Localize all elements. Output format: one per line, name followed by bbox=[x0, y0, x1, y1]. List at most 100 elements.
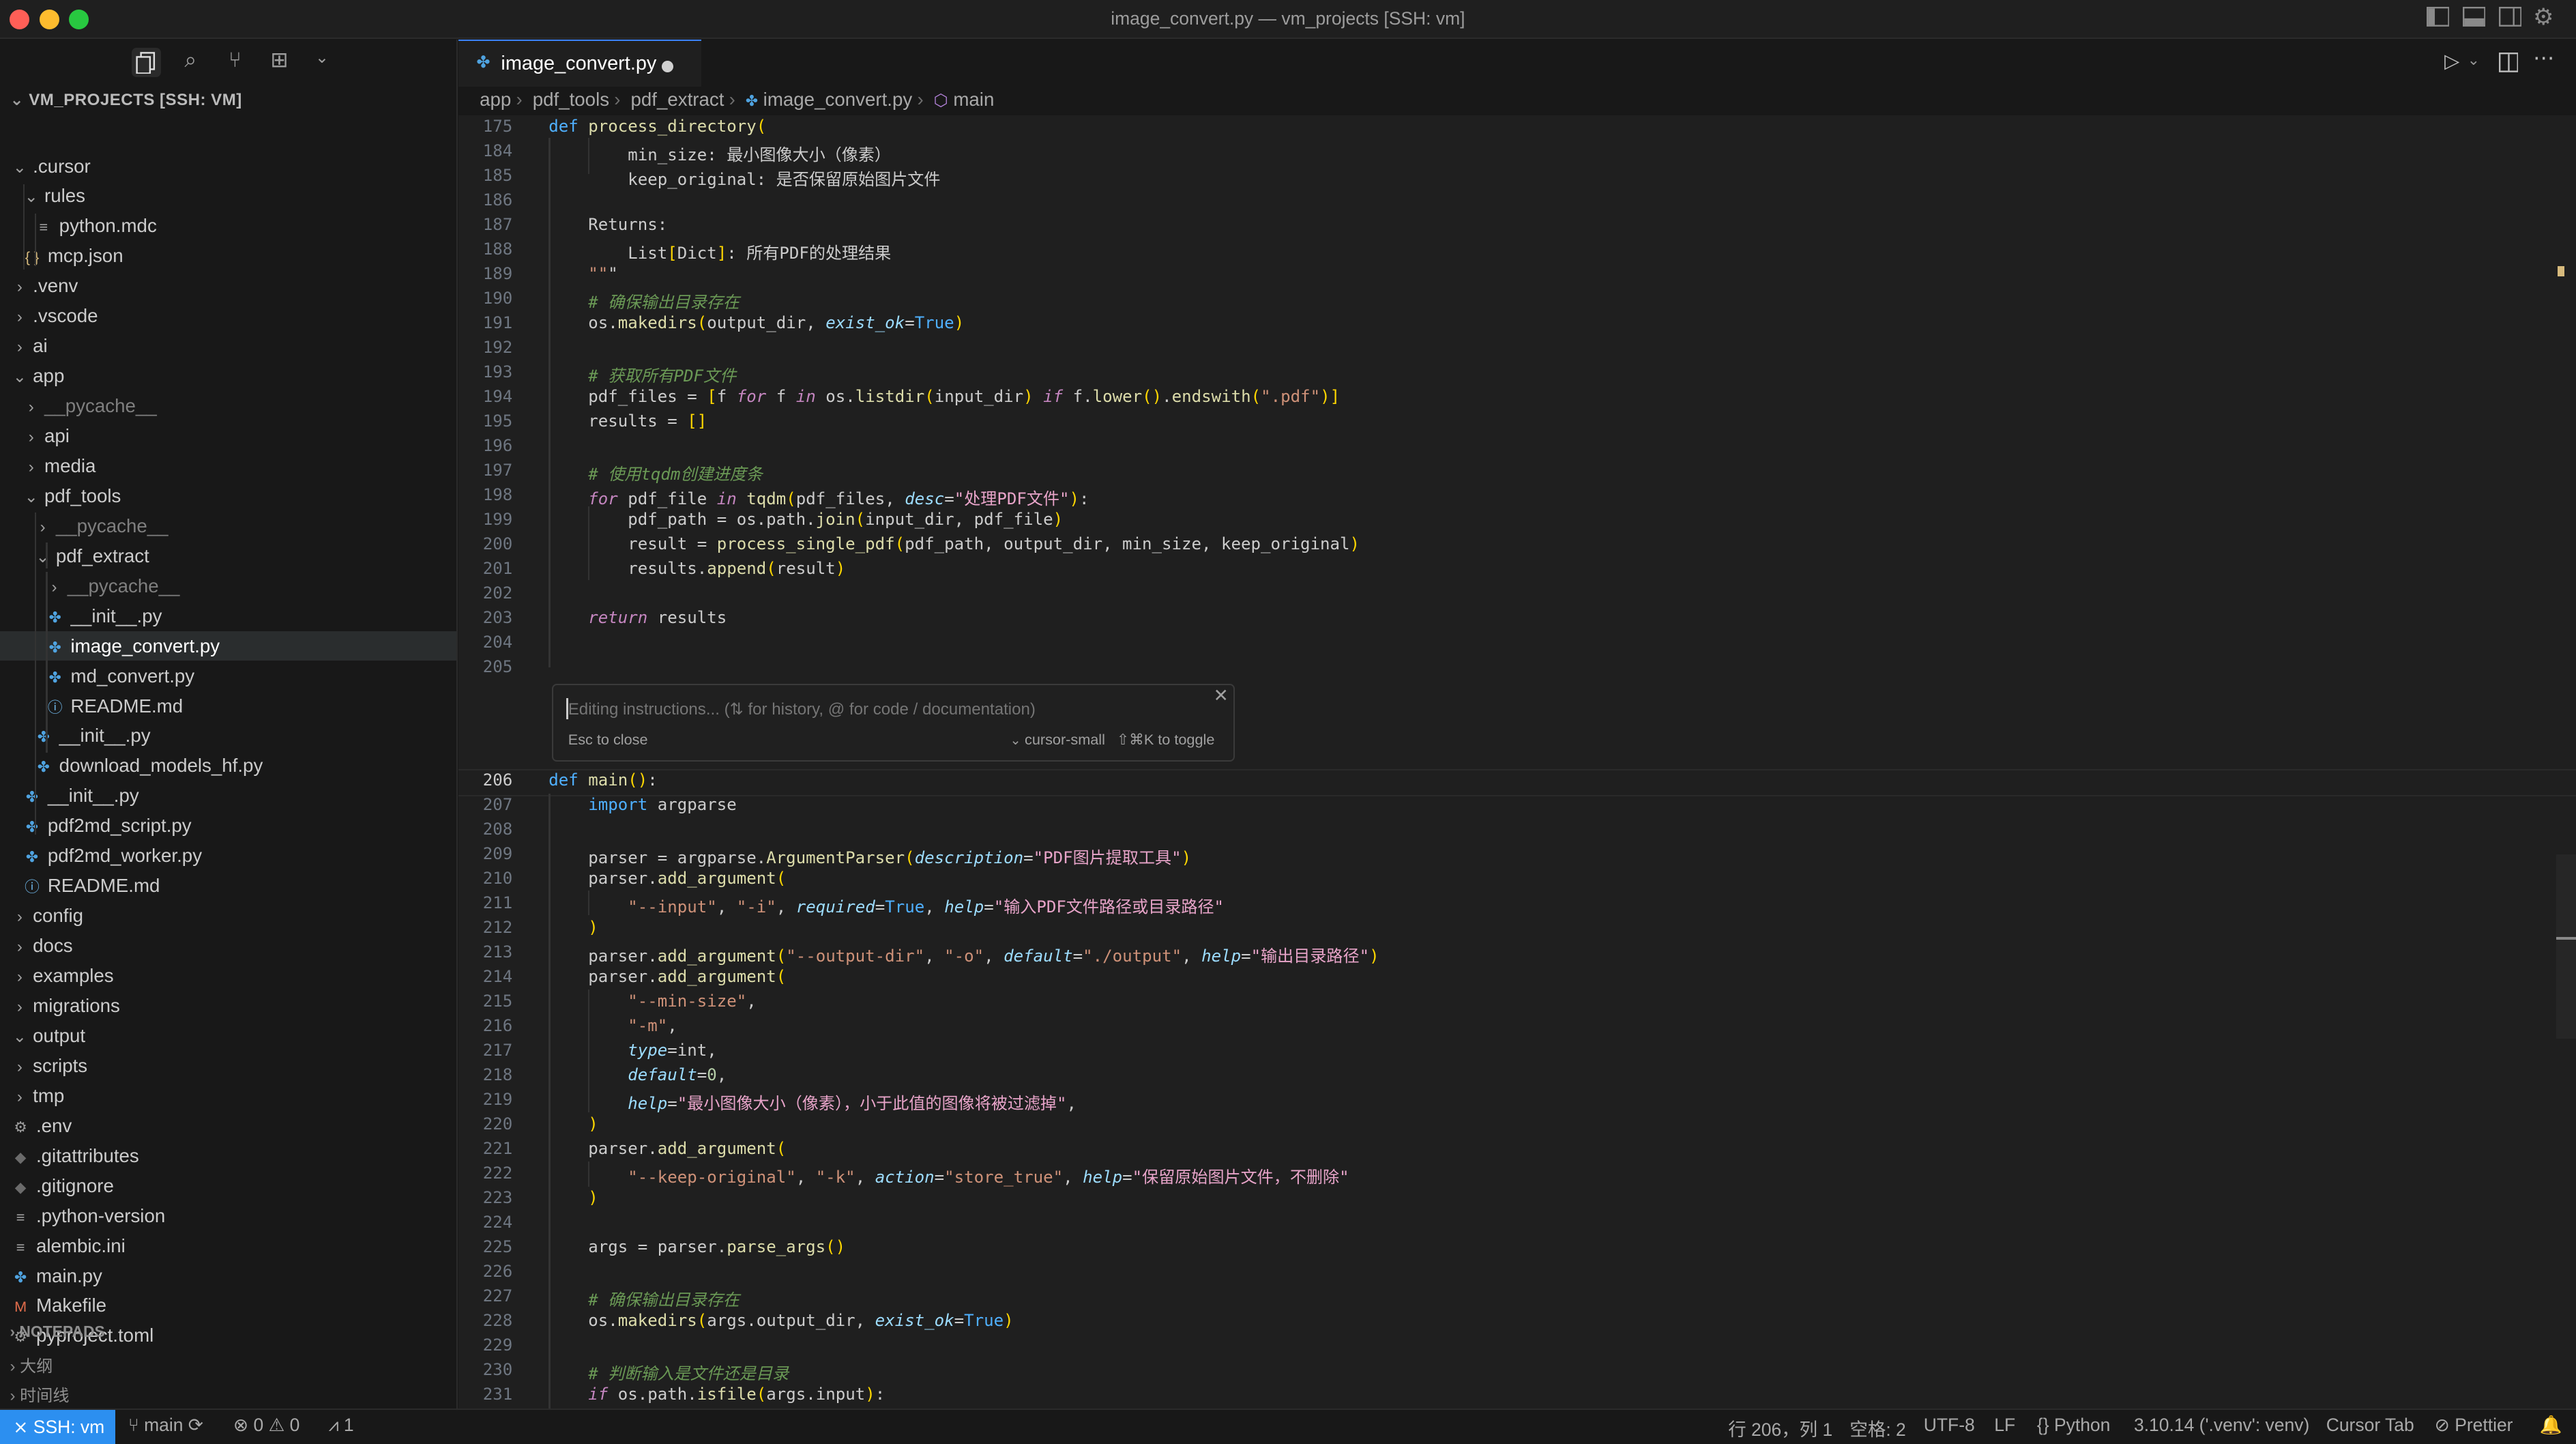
code-line[interactable]: def main(): bbox=[548, 770, 658, 790]
close-icon[interactable]: ✕ bbox=[1214, 685, 1229, 706]
code-line[interactable]: min_size: 最小图像大小（像素） bbox=[548, 141, 891, 165]
run-icon[interactable]: ▷ bbox=[2444, 49, 2459, 73]
toggle-primary-sidebar-icon[interactable] bbox=[2426, 6, 2450, 32]
code-line[interactable]: ) bbox=[548, 1114, 598, 1133]
code-line[interactable]: type=int, bbox=[548, 1041, 716, 1060]
code-line[interactable]: os.makedirs(args.output_dir, exist_ok=Tr… bbox=[548, 1311, 1013, 1330]
tree-file[interactable]: ✤ md_convert.py bbox=[0, 661, 456, 691]
cursor-position[interactable]: 行 206，列 1 bbox=[1728, 1415, 1832, 1441]
tree-file[interactable]: ✤ image_convert.py bbox=[0, 631, 457, 661]
tree-folder[interactable]: › media bbox=[0, 451, 456, 480]
breadcrumb-item[interactable]: app bbox=[480, 89, 511, 110]
breadcrumb-item[interactable]: main bbox=[953, 89, 994, 110]
edit-instructions-input[interactable] bbox=[568, 697, 1192, 721]
tree-folder[interactable]: ⌄ app bbox=[0, 361, 456, 390]
code-line[interactable]: "-m", bbox=[548, 1016, 677, 1035]
tree-file[interactable]: ⚙ .env bbox=[0, 1111, 456, 1140]
code-line[interactable]: results = [] bbox=[548, 411, 707, 431]
tree-folder[interactable]: ⌄ pdf_extract bbox=[0, 541, 456, 571]
tree-folder[interactable]: › config bbox=[0, 901, 456, 930]
code-line[interactable]: import argparse bbox=[548, 795, 736, 814]
tree-folder[interactable]: › __pycache__ bbox=[0, 511, 456, 540]
code-line[interactable]: pdf_path = os.path.join(input_dir, pdf_f… bbox=[548, 510, 1063, 529]
code-line[interactable]: Returns: bbox=[548, 215, 667, 234]
code-line[interactable]: ) bbox=[548, 1188, 598, 1207]
tree-folder[interactable]: › ai bbox=[0, 331, 456, 360]
code-line[interactable]: parser = argparse.ArgumentParser(descrip… bbox=[548, 844, 1191, 868]
code-line[interactable]: def process_directory( bbox=[548, 117, 766, 136]
code-line[interactable]: # 确保输出目录存在 bbox=[548, 289, 740, 313]
toggle-secondary-sidebar-icon[interactable] bbox=[2498, 6, 2522, 32]
sync-icon[interactable]: ⟳ bbox=[188, 1415, 203, 1435]
tree-folder[interactable]: ⌄ pdf_tools bbox=[0, 481, 456, 510]
indentation[interactable]: 空格: 2 bbox=[1849, 1415, 1905, 1441]
tree-file[interactable]: ✤ __init__.py bbox=[0, 601, 456, 631]
breadcrumb-item[interactable]: image_convert.py bbox=[763, 89, 913, 110]
encoding[interactable]: UTF-8 bbox=[1924, 1415, 1975, 1436]
tree-folder[interactable]: › .venv bbox=[0, 271, 456, 300]
tree-file[interactable]: ✤ download_models_hf.py bbox=[0, 751, 456, 780]
tree-file[interactable]: ≡ .python-version bbox=[0, 1201, 456, 1230]
tree-file[interactable]: ✤ pdf2md_script.py bbox=[0, 811, 456, 840]
code-line[interactable]: return results bbox=[548, 608, 727, 627]
code-line[interactable]: List[Dict]: 所有PDF的处理结果 bbox=[548, 240, 891, 263]
toggle-panel-icon[interactable] bbox=[2462, 6, 2486, 32]
cursor-tab[interactable]: Cursor Tab bbox=[2326, 1415, 2414, 1436]
code-line[interactable]: """ bbox=[548, 264, 618, 283]
tree-file[interactable]: ≡ alembic.ini bbox=[0, 1231, 456, 1260]
code-line[interactable]: parser.add_argument( bbox=[548, 869, 786, 888]
python-interpreter[interactable]: 3.10.14 ('.venv': venv) bbox=[2134, 1415, 2309, 1436]
source-control-icon[interactable]: ⑂ bbox=[220, 48, 250, 77]
code-line[interactable]: os.makedirs(output_dir, exist_ok=True) bbox=[548, 313, 964, 332]
tree-folder[interactable]: › docs bbox=[0, 931, 456, 960]
code-editor[interactable]: 175 def process_directory(184 min_size: 最… bbox=[458, 115, 2576, 1409]
tree-file[interactable]: ✤ __init__.py bbox=[0, 781, 456, 810]
unsaved-dot-icon[interactable] bbox=[662, 60, 674, 72]
prettier[interactable]: ⊘ Prettier bbox=[2435, 1415, 2513, 1436]
explorer-root-title[interactable]: ⌄ VM_PROJECTS [SSH: VM] bbox=[10, 90, 241, 110]
more-actions-icon[interactable]: ⋯ bbox=[2533, 46, 2554, 70]
ports-indicator[interactable]: ⩘ 1 bbox=[329, 1415, 354, 1436]
code-line[interactable]: parser.add_argument( bbox=[548, 967, 786, 986]
code-line[interactable]: results.append(result) bbox=[548, 559, 845, 578]
scrollbar-thumb[interactable] bbox=[2556, 854, 2576, 1039]
remote-indicator[interactable]: ⨯ SSH: vm bbox=[0, 1409, 115, 1444]
code-line[interactable]: keep_original: 是否保留原始图片文件 bbox=[548, 166, 940, 190]
branch-indicator[interactable]: ⑂ main ⟳ bbox=[128, 1415, 203, 1436]
code-line[interactable]: pdf_files = [f for f in os.listdir(input… bbox=[548, 387, 1340, 406]
settings-gear-icon[interactable]: ⚙ bbox=[2533, 3, 2553, 31]
code-line[interactable]: parser.add_argument( bbox=[548, 1139, 786, 1158]
tree-file[interactable]: ✤ __init__.py bbox=[0, 721, 456, 750]
code-line[interactable]: parser.add_argument("--output-dir", "-o"… bbox=[548, 942, 1379, 966]
code-line[interactable]: # 判断输入是文件还是目录 bbox=[548, 1360, 789, 1384]
code-line[interactable]: help="最小图像大小（像素），小于此值的图像将被过滤掉", bbox=[548, 1090, 1077, 1114]
tree-folder[interactable]: › api bbox=[0, 421, 456, 450]
tree-folder[interactable]: › tmp bbox=[0, 1081, 456, 1110]
notifications-bell-icon[interactable]: 🔔 bbox=[2540, 1415, 2562, 1436]
tree-folder[interactable]: › scripts bbox=[0, 1051, 456, 1080]
tree-file[interactable]: ✤ main.py bbox=[0, 1261, 456, 1290]
outline-section[interactable]: › 大纲 bbox=[0, 1353, 456, 1376]
chevron-down-icon[interactable]: ⌄ bbox=[307, 48, 336, 77]
notepads-section[interactable]: › NOTEPADS bbox=[0, 1323, 456, 1341]
tree-file[interactable]: ≡ python.mdc bbox=[0, 211, 456, 240]
extensions-icon[interactable]: ⊞ bbox=[265, 48, 294, 77]
timeline-section[interactable]: › 时间线 bbox=[0, 1382, 456, 1406]
code-line[interactable]: for pdf_file in tqdm(pdf_files, desc="处理… bbox=[548, 485, 1089, 509]
tree-folder[interactable]: › .vscode bbox=[0, 301, 456, 330]
end-of-line[interactable]: LF bbox=[1994, 1415, 2015, 1436]
tree-folder[interactable]: › examples bbox=[0, 961, 456, 990]
tree-file[interactable]: M Makefile bbox=[0, 1290, 456, 1320]
tree-file[interactable]: ⓘ README.md bbox=[0, 691, 456, 721]
code-line[interactable]: # 获取所有PDF文件 bbox=[548, 362, 736, 386]
tree-file[interactable]: ◆ .gitattributes bbox=[0, 1141, 456, 1170]
explorer-files-icon[interactable] bbox=[131, 47, 161, 78]
search-icon[interactable]: ⌕ bbox=[176, 48, 205, 77]
code-line[interactable]: ) bbox=[548, 918, 598, 937]
language-mode[interactable]: {} Python bbox=[2037, 1415, 2110, 1436]
breadcrumb-item[interactable]: pdf_tools bbox=[533, 89, 609, 110]
tree-file[interactable]: ⓘ README.md bbox=[0, 871, 456, 900]
tree-file[interactable]: { } mcp.json bbox=[0, 241, 456, 270]
model-selector[interactable]: ⌄ cursor-small bbox=[1010, 731, 1105, 749]
tree-folder[interactable]: › migrations bbox=[0, 991, 456, 1020]
